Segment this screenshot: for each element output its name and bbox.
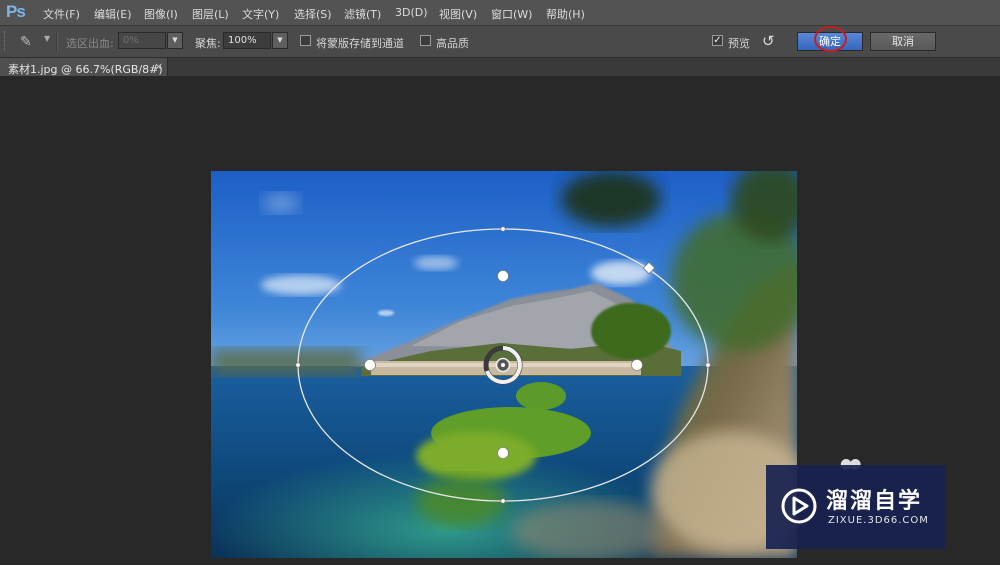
save-mask-checkbox[interactable] <box>300 35 311 46</box>
menu-edit[interactable]: 编辑(E) <box>94 6 132 22</box>
reset-icon[interactable]: ↺ <box>762 32 775 50</box>
menu-view[interactable]: 视图(V) <box>439 6 477 22</box>
document-image[interactable] <box>211 171 797 558</box>
focus-label: 聚焦: <box>195 37 221 50</box>
options-bar: ✎ ▼ 选区出血: 0% ▼ 聚焦: 100% ▼ 将蒙版存储到通道 高品质 ✓… <box>0 26 1000 58</box>
menu-3d[interactable]: 3D(D) <box>395 6 428 19</box>
iris-handle-left[interactable] <box>295 362 301 368</box>
options-bar-grip[interactable] <box>4 31 8 51</box>
play-logo-icon <box>781 488 817 524</box>
menu-type[interactable]: 文字(Y) <box>242 6 279 22</box>
focus-dropdown[interactable]: ▼ <box>272 32 288 49</box>
feather-handle-top[interactable] <box>497 270 509 282</box>
feather-handle-left[interactable] <box>364 359 376 371</box>
tool-preset-chevron-down-icon[interactable]: ▼ <box>44 34 50 43</box>
selection-bleed-dropdown[interactable]: ▼ <box>167 32 183 49</box>
pin-tool-icon[interactable]: ✎ <box>20 34 32 50</box>
document-tab-title: 素材1.jpg @ 66.7%(RGB/8#) <box>8 63 163 76</box>
blur-photo <box>211 171 797 558</box>
menu-help[interactable]: 帮助(H) <box>546 6 585 22</box>
ok-highlight-ring <box>814 26 847 52</box>
watermark-url: ZIXUE.3D66.COM <box>828 515 929 526</box>
save-mask-label: 将蒙版存储到通道 <box>316 37 404 50</box>
menu-bar: Ps 文件(F) 编辑(E) 图像(I) 图层(L) 文字(Y) 选择(S) 滤… <box>0 0 1000 26</box>
selection-bleed-label: 选区出血: <box>66 37 114 50</box>
watermark-title: 溜溜自学 <box>826 489 923 514</box>
menu-layer[interactable]: 图层(L) <box>192 6 229 22</box>
feather-handle-bottom[interactable] <box>497 447 509 459</box>
menu-filter[interactable]: 滤镜(T) <box>344 6 381 22</box>
iris-handle-bottom[interactable] <box>500 498 506 504</box>
preview-checkbox[interactable]: ✓ <box>712 35 723 46</box>
menu-select[interactable]: 选择(S) <box>294 6 332 22</box>
photoshop-logo: Ps <box>6 2 26 21</box>
document-tab[interactable]: 素材1.jpg @ 66.7%(RGB/8#) × <box>0 58 168 76</box>
iris-handle-right[interactable] <box>705 362 711 368</box>
high-quality-label: 高品质 <box>436 37 469 50</box>
cancel-button[interactable]: 取消 <box>870 32 936 51</box>
close-icon[interactable]: × <box>154 60 163 73</box>
watermark-badge: 溜溜自学 ZIXUE.3D66.COM <box>766 465 945 549</box>
feather-handle-right[interactable] <box>631 359 643 371</box>
iris-handle-top[interactable] <box>500 226 506 232</box>
high-quality-checkbox[interactable] <box>420 35 431 46</box>
menu-image[interactable]: 图像(I) <box>144 6 178 22</box>
focus-input[interactable]: 100% <box>223 32 271 49</box>
document-tab-bar: 素材1.jpg @ 66.7%(RGB/8#) × <box>0 58 1000 76</box>
divider <box>56 32 58 52</box>
selection-bleed-input[interactable]: 0% <box>118 32 166 49</box>
menu-window[interactable]: 窗口(W) <box>491 6 532 22</box>
preview-label: 预览 <box>728 37 750 50</box>
menu-file[interactable]: 文件(F) <box>43 6 80 22</box>
